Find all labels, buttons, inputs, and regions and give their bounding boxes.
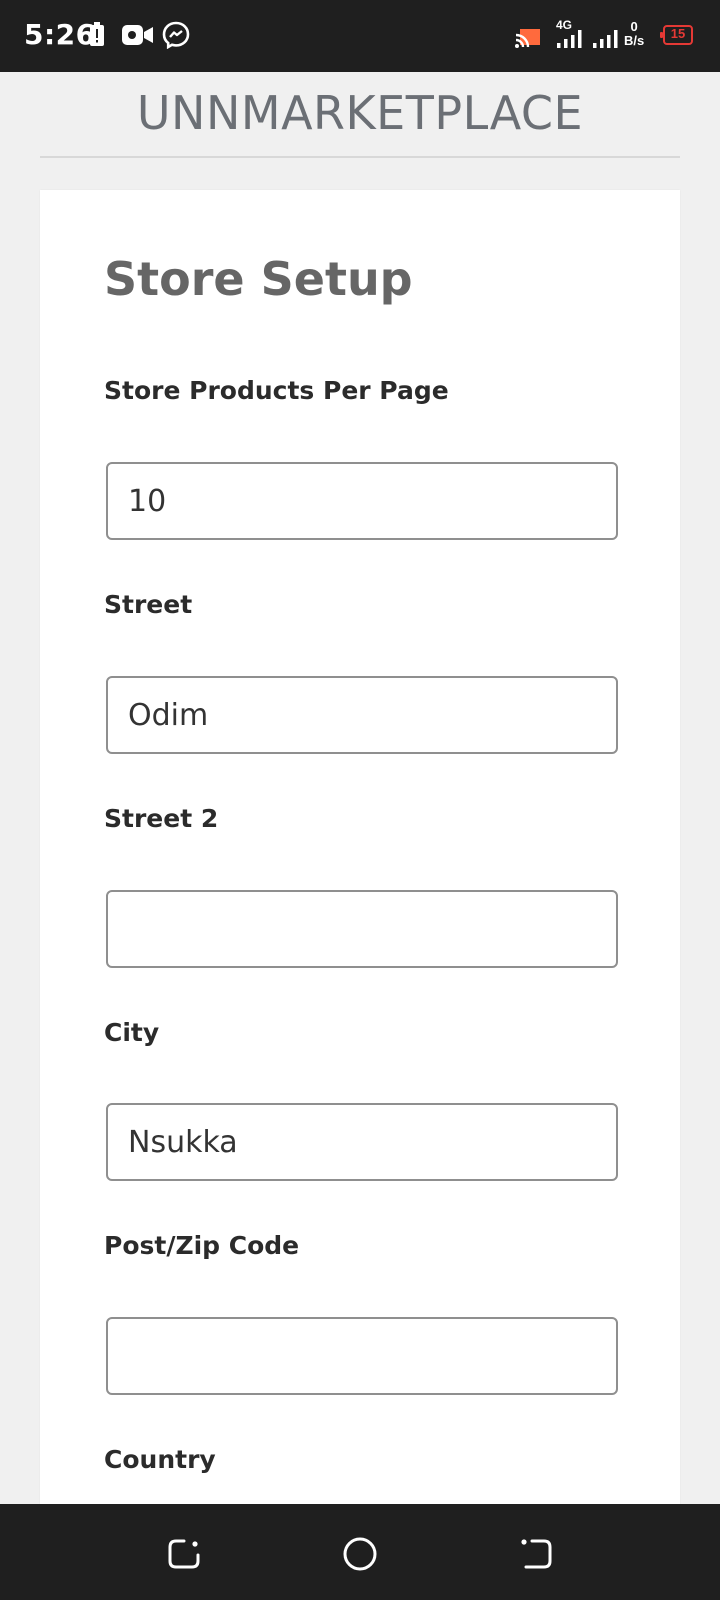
battery-icon: 15 [660, 25, 693, 45]
products-per-page-input[interactable] [106, 462, 618, 540]
city-input[interactable] [106, 1103, 618, 1181]
signal-icon [557, 30, 582, 48]
network-speed-value: 0 [630, 19, 638, 34]
street-2-label: Street 2 [104, 804, 219, 833]
page-title: Store Setup [104, 252, 413, 306]
city-label: City [104, 1018, 160, 1047]
app-header: UNNMARKETPLACE [40, 72, 680, 158]
battery-saver-icon [90, 22, 104, 46]
products-per-page-label: Store Products Per Page [104, 376, 449, 405]
brand-title[interactable]: UNNMARKETPLACE [40, 86, 680, 140]
messenger-icon [162, 21, 190, 49]
navigation-bar [0, 1504, 720, 1600]
street-2-input[interactable] [106, 890, 618, 968]
street-label: Street [104, 590, 193, 619]
street-input[interactable] [106, 676, 618, 754]
back-icon[interactable] [516, 1534, 556, 1574]
country-label: Country [104, 1445, 216, 1474]
battery-level: 15 [670, 26, 686, 41]
network-speed: 0 B/s [624, 20, 644, 48]
video-camera-icon [122, 25, 153, 45]
store-setup-card: Store Setup Store Products Per Page Stre… [40, 190, 680, 1506]
status-time: 5:26 [24, 18, 96, 51]
zip-code-input[interactable] [106, 1317, 618, 1395]
recent-apps-icon[interactable] [164, 1534, 204, 1574]
zip-code-label: Post/Zip Code [104, 1231, 300, 1260]
network-speed-unit: B/s [624, 33, 645, 48]
status-bar: 5:26 4G 0 B/s 15 [0, 0, 720, 72]
signal-icon [593, 30, 618, 48]
home-icon[interactable] [340, 1534, 380, 1574]
cast-icon [515, 29, 540, 48]
